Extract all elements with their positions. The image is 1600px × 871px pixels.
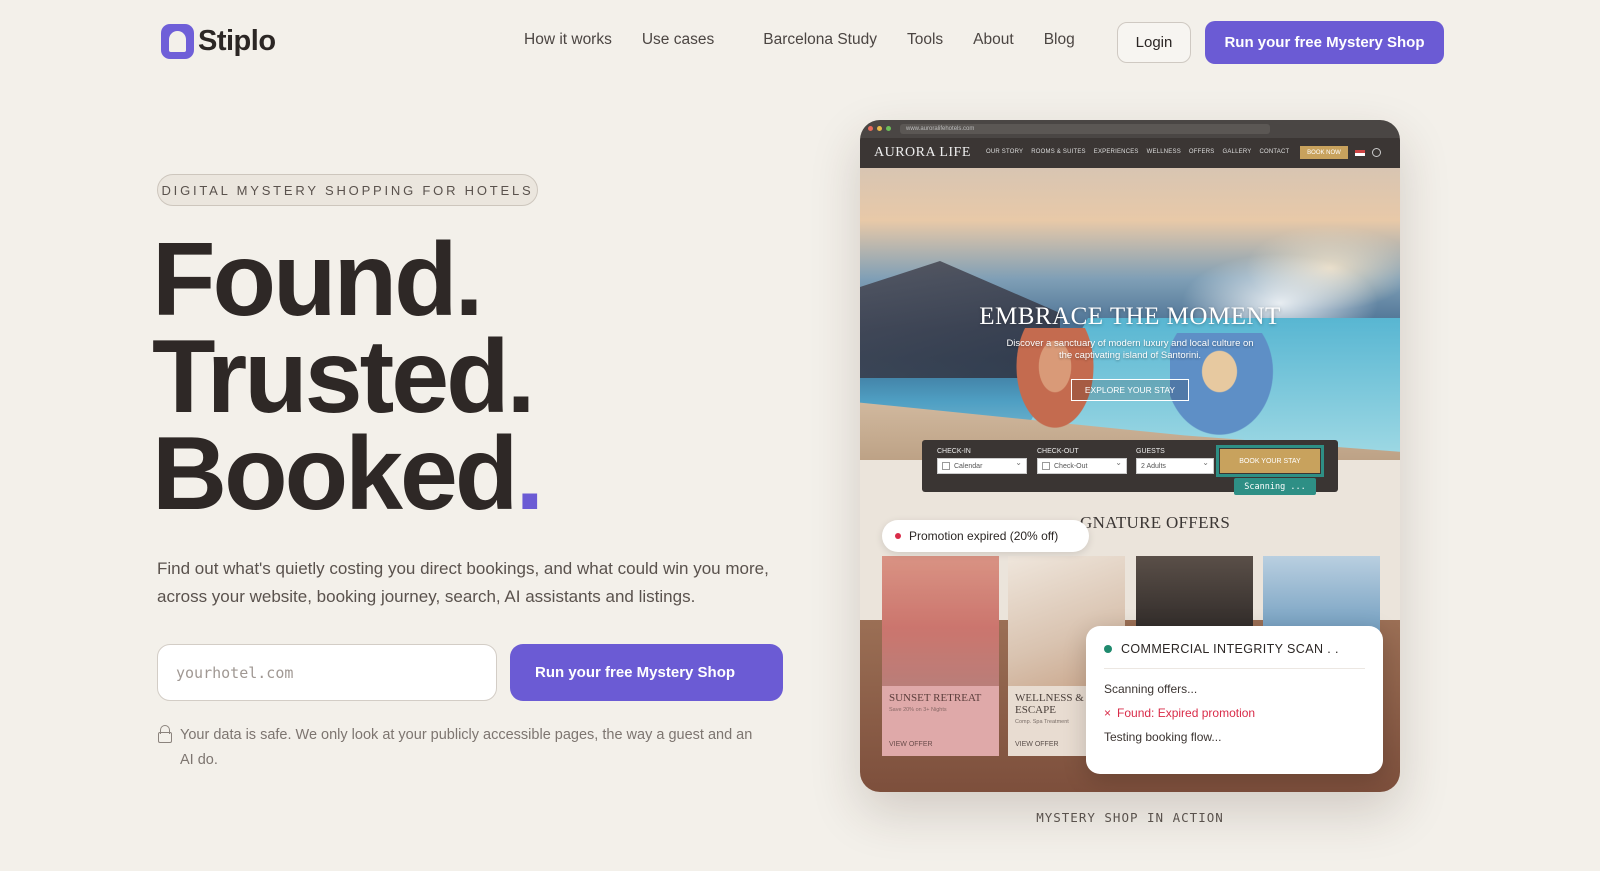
promotion-expired-pill: Promotion expired (20% off) [882, 520, 1089, 552]
scanning-tag: Scanning ... [1234, 478, 1316, 495]
nav-link-how-it-works[interactable]: How it works [524, 31, 612, 49]
calendar-icon [1042, 462, 1050, 470]
guests-select: 2 Adults [1136, 458, 1214, 474]
close-x-icon: × [1104, 706, 1112, 720]
hotel-brand: AURORA LIFE [874, 145, 971, 160]
hero-headline: Found. Trusted. Booked. [152, 222, 544, 526]
logo[interactable]: Stiplo [161, 24, 276, 59]
data-safety-note: Your data is safe. We only look at your … [157, 723, 767, 773]
scan-line-booking-flow: Testing booking flow... [1104, 730, 1222, 744]
nav-cta-button[interactable]: Run your free Mystery Shop [1205, 21, 1444, 64]
offer-title: SUNSET RETREAT [889, 692, 982, 704]
status-dot-icon [1104, 645, 1112, 653]
headline-accent-dot: . [515, 416, 544, 532]
brand-name: Stiplo [198, 25, 276, 57]
book-your-stay-button: BOOK YOUR STAY [1216, 445, 1324, 477]
explore-stay-button: EXPLORE YOUR STAY [1071, 379, 1189, 401]
site-menu-item: OUR STORY [986, 149, 1024, 155]
checkin-value: Calendar [954, 462, 983, 470]
close-dot-icon [868, 126, 873, 131]
scan-card-title: COMMERCIAL INTEGRITY SCAN . . [1121, 642, 1339, 656]
globe-icon [1372, 148, 1381, 157]
safety-note-text: Your data is safe. We only look at your … [180, 727, 753, 768]
eyebrow-badge: DIGITAL MYSTERY SHOPPING FOR HOTELS [157, 174, 538, 206]
alert-dot-icon [895, 533, 901, 539]
hotel-book-now-button: BOOK NOW [1300, 146, 1348, 159]
offer-card-sunset-retreat: SUNSET RETREAT Save 20% on 3+ Nights VIE… [882, 556, 999, 756]
offer-link: VIEW OFFER [1015, 741, 1059, 748]
nav-link-barcelona-study[interactable]: Barcelona Study [763, 31, 877, 49]
checkin-label: CHECK-IN [937, 448, 971, 455]
hotel-site-menu: OUR STORY ROOMS & SUITES EXPERIENCES WEL… [986, 149, 1289, 155]
hero-cta-button[interactable]: Run your free Mystery Shop [510, 644, 783, 701]
checkin-field: CHECK-IN Calendar [937, 448, 1027, 474]
offer-image [882, 556, 999, 686]
offer-link: VIEW OFFER [889, 741, 933, 748]
checkout-value: Check-Out [1054, 462, 1088, 470]
minimize-dot-icon [877, 126, 882, 131]
headline-line-booked: Booked. [152, 422, 544, 526]
site-menu-item: ROOMS & SUITES [1031, 149, 1086, 155]
browser-bar: www.auroralifehotels.com [860, 120, 1400, 138]
mystery-shop-mockup: www.auroralifehotels.com AURORA LIFE OUR… [860, 120, 1400, 792]
hotel-hero-description: Discover a sanctuary of modern luxury an… [1006, 338, 1254, 361]
headline-booked-text: Booked [152, 416, 518, 532]
hotel-site-nav: AURORA LIFE OUR STORY ROOMS & SUITES EXP… [860, 138, 1400, 168]
offer-card-body: SUNSET RETREAT Save 20% on 3+ Nights VIE… [882, 686, 999, 756]
nav-link-about[interactable]: About [973, 31, 1014, 49]
flag-icon [1355, 150, 1365, 156]
scan-line-offers: Scanning offers... [1104, 682, 1198, 696]
offer-detail: Save 20% on 3+ Nights [889, 707, 947, 713]
headline-line-found: Found. [152, 222, 484, 338]
promo-pill-text: Promotion expired (20% off) [909, 529, 1059, 543]
checkout-select: Check-Out [1037, 458, 1127, 474]
checkout-label: CHECK-OUT [1037, 448, 1079, 455]
guests-field: GUESTS 2 Adults [1136, 448, 1214, 474]
guests-value: 2 Adults [1141, 462, 1166, 470]
maximize-dot-icon [886, 126, 891, 131]
scan-card-header: COMMERCIAL INTEGRITY SCAN . . [1104, 642, 1365, 669]
calendar-icon [942, 462, 950, 470]
offers-title: GNATURE OFFERS [1080, 513, 1231, 532]
nav-links: How it works Use cases Barcelona Study T… [524, 31, 1105, 49]
browser-url: www.auroralifehotels.com [900, 124, 1270, 134]
logo-mark-icon [161, 24, 194, 59]
nav-link-blog[interactable]: Blog [1044, 31, 1075, 49]
site-menu-item: CONTACT [1259, 149, 1290, 155]
login-button[interactable]: Login [1117, 22, 1191, 63]
lock-icon [157, 725, 172, 743]
site-menu-item: EXPERIENCES [1093, 149, 1139, 155]
site-menu-item: WELLNESS [1146, 149, 1181, 155]
headline-line-trusted: Trusted. [152, 319, 536, 435]
hotel-hero-title: EMBRACE THE MOMENT [979, 303, 1281, 330]
scan-alert-text: Found: Expired promotion [1117, 706, 1256, 720]
site-menu-item: OFFERS [1188, 149, 1215, 155]
mockup-caption: MYSTERY SHOP IN ACTION [1036, 810, 1224, 825]
hotel-url-input[interactable]: yourhotel.com [157, 644, 497, 701]
nav-link-use-cases[interactable]: Use cases [642, 31, 714, 49]
window-controls [868, 126, 891, 131]
nav-link-tools[interactable]: Tools [907, 31, 943, 49]
top-nav: Stiplo How it works Use cases Barcelona … [0, 0, 1600, 86]
hotel-hero-image: EMBRACE THE MOMENT Discover a sanctuary … [860, 168, 1400, 460]
checkout-field: CHECK-OUT Check-Out [1037, 448, 1127, 474]
checkin-select: Calendar [937, 458, 1027, 474]
scan-status-card: COMMERCIAL INTEGRITY SCAN . . Scanning o… [1086, 626, 1383, 774]
site-menu-item: GALLERY [1222, 149, 1252, 155]
hero-subtitle: Find out what's quietly costing you dire… [157, 559, 769, 606]
scan-line-alert: × Found: Expired promotion [1104, 706, 1365, 720]
guests-label: GUESTS [1136, 448, 1165, 455]
